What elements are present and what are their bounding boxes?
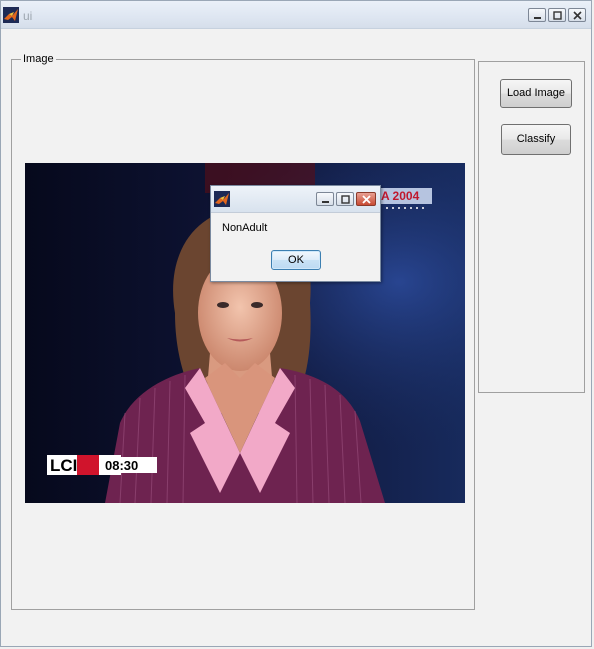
dialog-close-icon[interactable]	[356, 192, 376, 206]
message-dialog: NonAdult OK	[210, 185, 381, 282]
matlab-icon	[3, 7, 19, 23]
dialog-message: NonAdult	[222, 222, 268, 234]
load-image-button[interactable]: Load Image	[500, 79, 572, 108]
close-icon[interactable]	[568, 8, 586, 22]
clock-overlay: 08:30	[105, 458, 138, 473]
image-panel-legend: Image	[21, 53, 56, 65]
classify-button[interactable]: Classify	[501, 124, 571, 155]
title-bar[interactable]: ui	[1, 1, 591, 29]
matlab-icon	[214, 191, 230, 207]
controls-panel	[478, 61, 585, 393]
dialog-maximize-icon[interactable]	[336, 192, 354, 206]
dialog-minimize-icon[interactable]	[316, 192, 334, 206]
window-title: ui	[23, 9, 33, 23]
corner-banner-text: A 2004	[381, 189, 420, 203]
dialog-title-bar[interactable]	[211, 186, 380, 213]
ok-button[interactable]: OK	[271, 250, 321, 270]
minimize-icon[interactable]	[528, 8, 546, 22]
maximize-icon[interactable]	[548, 8, 566, 22]
lci-logo: LCI	[50, 456, 77, 475]
